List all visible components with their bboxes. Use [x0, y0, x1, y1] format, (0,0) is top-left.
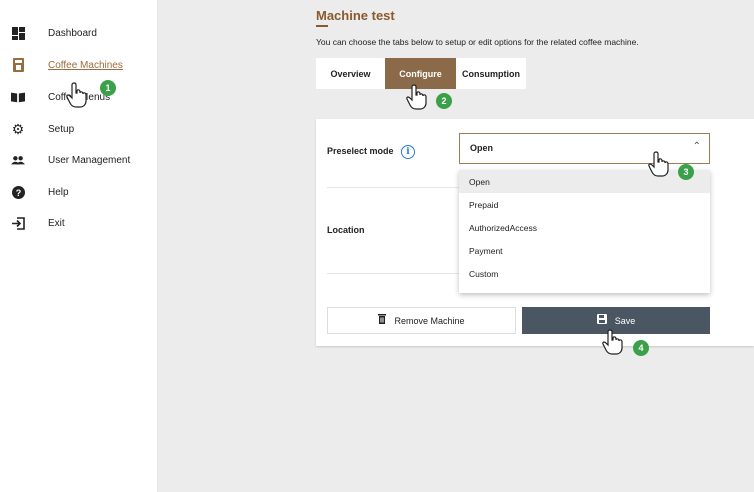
info-icon[interactable]: i: [401, 145, 415, 159]
divider: [327, 273, 462, 274]
dropdown-option-prepaid[interactable]: Prepaid: [459, 193, 710, 216]
users-icon: [11, 153, 25, 167]
preselect-mode-dropdown: Open Prepaid AuthorizedAccess Payment Cu…: [459, 170, 710, 293]
help-icon: ?: [11, 185, 25, 199]
sidebar-item-coffee-machines[interactable]: Coffee Machines: [0, 53, 158, 77]
preselect-mode-select[interactable]: Open ⌃: [459, 133, 710, 164]
title-underline: [316, 25, 328, 27]
dropdown-option-custom[interactable]: Custom: [459, 262, 710, 285]
coffee-machine-icon: [11, 58, 25, 72]
sidebar-item-label: User Management: [48, 154, 131, 166]
dashboard-icon: [11, 26, 25, 40]
sidebar-item-help[interactable]: ? Help: [0, 180, 158, 204]
menu-book-icon: [11, 90, 25, 104]
remove-machine-label: Remove Machine: [394, 315, 465, 326]
chevron-up-icon: ⌃: [692, 141, 701, 152]
sidebar: Dashboard Coffee Machines Coffee Menus ⚙…: [0, 0, 158, 492]
select-value: Open: [470, 143, 494, 153]
preselect-mode-label: Preselect mode: [327, 146, 394, 156]
page-title: Machine test: [316, 8, 395, 23]
hand-pointer-icon: [602, 329, 623, 355]
sidebar-item-setup[interactable]: ⚙ Setup: [0, 117, 158, 141]
step-marker-4: 4: [633, 340, 649, 356]
remove-machine-button[interactable]: Remove Machine: [327, 307, 516, 334]
svg-text:?: ?: [15, 188, 21, 198]
step-marker-1: 1: [100, 80, 116, 96]
save-label: Save: [614, 315, 636, 326]
sidebar-item-exit[interactable]: Exit: [0, 211, 158, 235]
sidebar-item-label: Exit: [48, 217, 65, 229]
gear-icon: ⚙: [11, 120, 25, 137]
divider: [327, 187, 462, 188]
dropdown-option-open[interactable]: Open: [459, 170, 710, 193]
location-label: Location: [327, 225, 365, 235]
sidebar-item-user-management[interactable]: User Management: [0, 148, 158, 172]
hand-pointer-icon: [406, 84, 427, 110]
tab-overview[interactable]: Overview: [316, 58, 385, 89]
sidebar-item-dashboard[interactable]: Dashboard: [0, 21, 158, 45]
hand-pointer-icon: [66, 82, 87, 108]
sidebar-item-label: Help: [48, 186, 69, 198]
step-marker-2: 2: [436, 93, 452, 109]
sidebar-item-label: Dashboard: [48, 27, 97, 39]
sidebar-item-label: Coffee Machines: [48, 59, 123, 71]
step-marker-3: 3: [678, 164, 694, 180]
page-description: You can choose the tabs below to setup o…: [316, 37, 639, 47]
save-icon: [596, 314, 607, 327]
tab-consumption[interactable]: Consumption: [456, 58, 526, 89]
hand-pointer-icon: [648, 151, 669, 177]
trash-icon: [378, 314, 387, 327]
exit-icon: [11, 216, 25, 230]
dropdown-option-authorized-access[interactable]: AuthorizedAccess: [459, 216, 710, 239]
dropdown-option-payment[interactable]: Payment: [459, 239, 710, 262]
sidebar-item-label: Setup: [48, 123, 75, 135]
